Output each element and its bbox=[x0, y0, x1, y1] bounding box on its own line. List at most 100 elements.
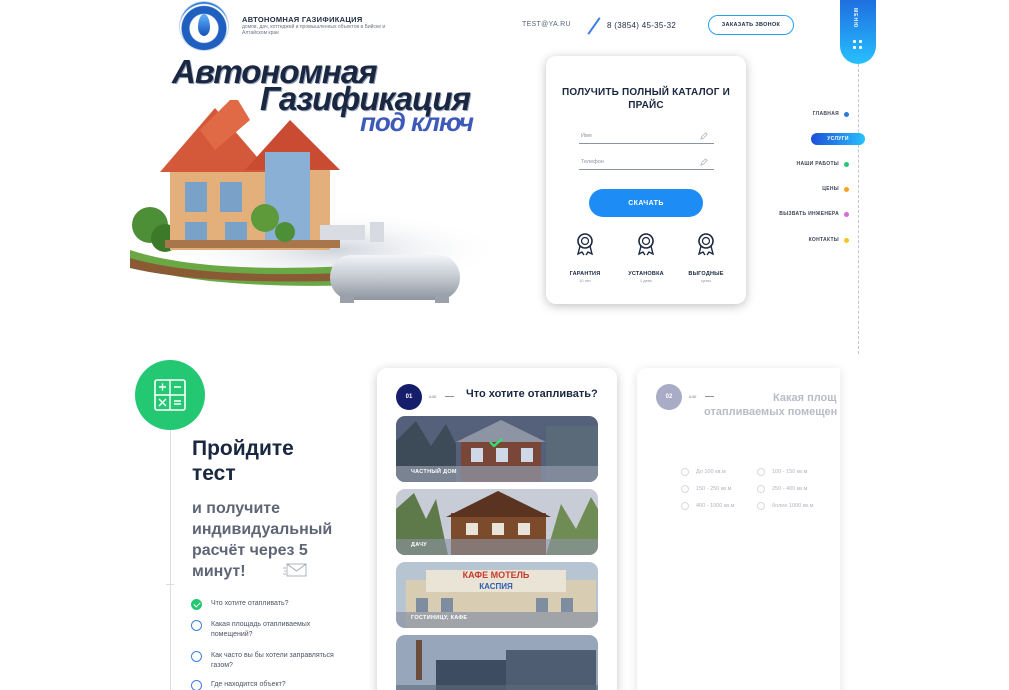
quiz-question: Что хотите отапливать? bbox=[466, 388, 598, 400]
radio-icon bbox=[681, 468, 689, 476]
area-option[interactable]: 100 - 150 кв.м bbox=[757, 468, 807, 476]
sidenav-item-works[interactable]: НАШИ РАБОТЫ bbox=[797, 161, 849, 167]
quiz-step-4: Где находится объект? bbox=[191, 680, 341, 690]
quiz-step-1: Что хотите отапливать? bbox=[191, 599, 341, 610]
option-label: ДАЧУ bbox=[411, 542, 427, 548]
sidenav-item-label: КОНТАКТЫ bbox=[808, 237, 839, 243]
feature-title: ГАРАНТИЯ bbox=[569, 271, 601, 277]
circle-icon bbox=[191, 620, 202, 631]
callback-button[interactable]: ЗАКАЗАТЬ ЗВОНОК bbox=[708, 15, 794, 35]
name-field[interactable]: Имя bbox=[579, 130, 714, 144]
option-label: ГОСТИНИЦУ, КАФЕ bbox=[411, 615, 468, 621]
option-hotel-cafe[interactable]: КАФЕ МОТЕЛЬ КАСПИЯ ГОСТИНИЦУ, КАФЕ bbox=[396, 562, 598, 628]
area-option-label: До 100 кв.м bbox=[696, 469, 726, 475]
sidenav-item-label: НАШИ РАБОТЫ bbox=[796, 161, 839, 167]
option-industrial[interactable] bbox=[396, 635, 598, 690]
feature-subtitle: 1 день bbox=[639, 278, 653, 283]
step-word: шаг bbox=[429, 394, 437, 399]
quiz-heading: Пройдите тест bbox=[192, 437, 294, 485]
pencil-icon bbox=[700, 132, 708, 140]
quiz-subheading: и получите индивидуальный расчёт через 5… bbox=[192, 500, 333, 580]
area-option-label: 100 - 150 кв.м bbox=[772, 469, 808, 475]
option-private-house[interactable]: ЧАСТНЫЙ ДОМ bbox=[396, 416, 598, 482]
quiz-step-label: Как часто вы бы хотели заправляться газо… bbox=[211, 652, 334, 669]
phone-link[interactable]: 8 (3854) 45-35-32 bbox=[607, 21, 676, 30]
grid-icon bbox=[853, 40, 863, 50]
radio-icon bbox=[681, 502, 689, 510]
bullet-icon bbox=[844, 211, 849, 217]
quiz-question: Какая площ bbox=[773, 392, 837, 404]
feature-subtitle: цены bbox=[701, 278, 711, 283]
sign-text: КАФЕ МОТЕЛЬ bbox=[463, 570, 530, 580]
radio-icon bbox=[681, 485, 689, 493]
envelope-icon bbox=[283, 563, 307, 577]
phone-field[interactable]: Телефон bbox=[579, 156, 714, 170]
quiz-card-step-2: 02 шаг Какая площ отапливаемых помещен Д… bbox=[637, 368, 840, 690]
quiz-question: отапливаемых помещен bbox=[704, 406, 838, 418]
menu-toggle-button[interactable]: МЕНЮ bbox=[840, 0, 876, 64]
brand-subtitle: домов, дач, коттеджей и промышленных объ… bbox=[242, 24, 386, 36]
sign-text: КАСПИЯ bbox=[479, 582, 513, 591]
feature-warranty: ГАРАНТИЯ 10 лет bbox=[555, 232, 615, 283]
radio-icon bbox=[757, 502, 765, 510]
sidenav-item-label: ГЛАВНАЯ bbox=[812, 111, 839, 117]
step-dash bbox=[705, 396, 714, 397]
quiz-step-label: Какая площадь отапливаемых помещений? bbox=[211, 621, 311, 638]
step-word: шаг bbox=[689, 394, 697, 399]
area-option-label: 250 - 400 кв.м bbox=[772, 486, 808, 492]
check-icon bbox=[489, 438, 503, 447]
check-circle-icon bbox=[191, 599, 202, 610]
step-number-badge: 01 bbox=[396, 384, 422, 410]
sidenav-item-engineer[interactable]: ВЫЗВАТЬ ИНЖЕНЕРА bbox=[779, 211, 849, 217]
brand-title: АВТОНОМНАЯ ГАЗИФИКАЦИЯ bbox=[242, 15, 363, 24]
area-option[interactable]: более 1000 кв.м bbox=[757, 502, 813, 510]
radio-icon bbox=[757, 485, 765, 493]
quiz-step-label: Где находится объект? bbox=[211, 681, 286, 688]
area-option[interactable]: До 100 кв.м bbox=[681, 468, 726, 476]
bullet-icon bbox=[844, 237, 849, 243]
email-link[interactable]: TEST@YA.RU bbox=[522, 21, 571, 28]
area-option[interactable]: 150 - 250 кв.м bbox=[681, 485, 731, 493]
sidenav-item-contacts[interactable]: КОНТАКТЫ bbox=[809, 237, 849, 243]
feature-title: ВЫГОДНЫЕ bbox=[688, 271, 724, 277]
download-button[interactable]: СКАЧАТЬ bbox=[589, 189, 703, 217]
company-logo[interactable] bbox=[180, 2, 228, 50]
quiz-step-label: Что хотите отапливать? bbox=[211, 600, 289, 607]
bullet-icon bbox=[844, 111, 849, 117]
bullet-icon bbox=[844, 161, 849, 167]
feature-subtitle: 10 лет bbox=[579, 278, 591, 283]
timeline-line bbox=[170, 430, 171, 690]
circle-icon bbox=[191, 651, 202, 662]
radio-icon bbox=[757, 468, 765, 476]
award-icon bbox=[576, 233, 594, 256]
form-title: ПОЛУЧИТЬ ПОЛНЫЙ КАТАЛОГ И ПРАЙС bbox=[561, 87, 731, 111]
area-option[interactable]: 250 - 400 кв.м bbox=[757, 485, 807, 493]
circle-icon bbox=[191, 680, 202, 690]
area-option-label: 150 - 250 кв.м bbox=[696, 486, 732, 492]
calculator-badge bbox=[135, 360, 205, 430]
calculator-icon bbox=[154, 379, 186, 411]
flame-icon bbox=[198, 14, 210, 36]
feature-prices: ВЫГОДНЫЕ цены bbox=[676, 232, 736, 283]
bullet-icon bbox=[844, 186, 849, 192]
pencil-icon bbox=[700, 158, 708, 166]
feature-title: УСТАНОВКА bbox=[628, 271, 664, 277]
area-option[interactable]: 400 - 1000 кв.м bbox=[681, 502, 734, 510]
phone-placeholder: Телефон bbox=[581, 159, 604, 165]
area-option-label: 400 - 1000 кв.м bbox=[696, 503, 735, 509]
sidenav-item-label: ЦЕНЫ bbox=[822, 186, 839, 192]
sidenav-item-prices[interactable]: ЦЕНЫ bbox=[822, 186, 849, 192]
award-icon bbox=[697, 233, 715, 256]
quiz-card-step-1: 01 шаг Что хотите отапливать? ЧАСТНЫЙ ДО… bbox=[377, 368, 617, 690]
option-cottage[interactable]: ДАЧУ bbox=[396, 489, 598, 555]
step-dash bbox=[445, 396, 454, 397]
award-icon bbox=[637, 233, 655, 256]
sidenav-item-home[interactable]: ГЛАВНАЯ bbox=[813, 111, 849, 117]
quiz-step-2: Какая площадь отапливаемых помещений? bbox=[191, 620, 341, 640]
quiz-step-3: Как часто вы бы хотели заправляться газо… bbox=[191, 651, 341, 671]
menu-label: МЕНЮ bbox=[852, 8, 858, 29]
sidenav-line bbox=[858, 64, 859, 354]
sidenav-item-services[interactable]: УСЛУГИ bbox=[811, 133, 865, 145]
sidenav-item-label: ВЫЗВАТЬ ИНЖЕНЕРА bbox=[779, 211, 839, 217]
area-option-label: более 1000 кв.м bbox=[772, 503, 814, 509]
